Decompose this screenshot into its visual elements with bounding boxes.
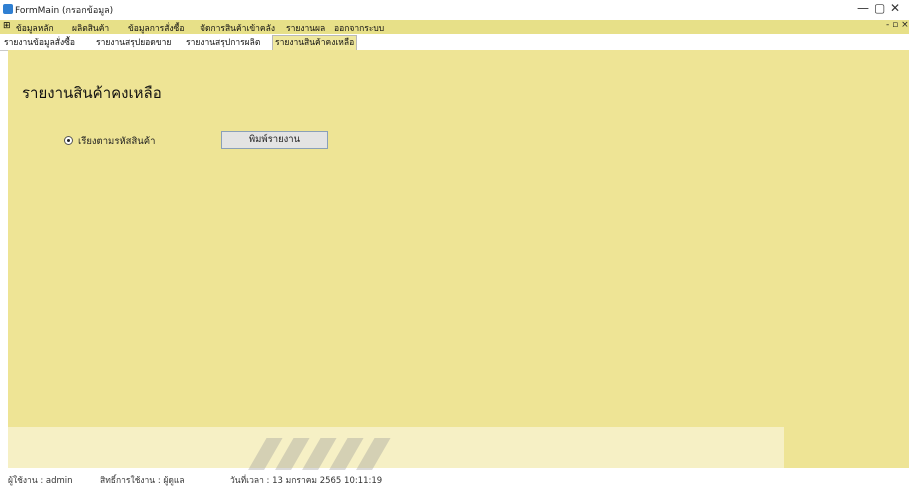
tab-content-panel: รายงานสินค้าคงเหลือ เรียงตามรหัสสินค้า พ… (8, 50, 909, 468)
window-title: FormMain (กรอกข้อมูล) (15, 6, 114, 16)
menu-item-orders[interactable]: ข้อมูลการสั่งซื้อ (128, 21, 184, 35)
page-title: รายงานสินค้าคงเหลือ (22, 84, 162, 102)
tab-order-report[interactable]: รายงานข้อมูลสั่งซื้อ (2, 36, 77, 50)
tab-sales-summary[interactable]: รายงานสรุปยอดขาย (94, 36, 173, 50)
print-report-button[interactable]: พิมพ์รายงาน (221, 131, 328, 149)
tab-stock-report[interactable]: รายงานสินค้าคงเหลือ (272, 35, 358, 51)
menu-item-logout[interactable]: ออกจากระบบ (334, 21, 384, 35)
report-tab-strip: รายงานข้อมูลสั่งซื้อ รายงานสรุปยอดขาย รา… (0, 34, 909, 51)
minimize-button[interactable]: — (857, 1, 869, 15)
mdi-child-icon: ⊞ (3, 21, 11, 31)
maximize-button[interactable]: ▢ (874, 1, 885, 15)
menu-item-production[interactable]: ผลิตสินค้า (72, 21, 109, 35)
sort-by-product-code-label[interactable]: เรียงตามรหัสสินค้า (78, 134, 155, 149)
sort-by-product-code-radio[interactable] (64, 136, 73, 145)
status-bar: ผู้ใช้งาน : admin สิทธิ์การใช้งาน : ผู้ด… (0, 470, 909, 486)
window-title-bar: FormMain (กรอกข้อมูล) — ▢ ✕ (0, 0, 909, 20)
menu-item-master-data[interactable]: ข้อมูลหลัก (16, 21, 54, 35)
mdi-child-controls[interactable]: - ▫ × (886, 20, 909, 30)
tab-production-summary[interactable]: รายงานสรุปการผลิต (184, 36, 262, 50)
watermark-band (0, 427, 784, 472)
close-button[interactable]: ✕ (890, 1, 900, 15)
menu-item-stock-in[interactable]: จัดการสินค้าเข้าคลัง (200, 21, 275, 35)
app-icon (3, 4, 13, 14)
menu-item-reports[interactable]: รายงานผล (286, 21, 325, 35)
menu-bar: ⊞ ข้อมูลหลัก ผลิตสินค้า ข้อมูลการสั่งซื้… (0, 20, 909, 34)
